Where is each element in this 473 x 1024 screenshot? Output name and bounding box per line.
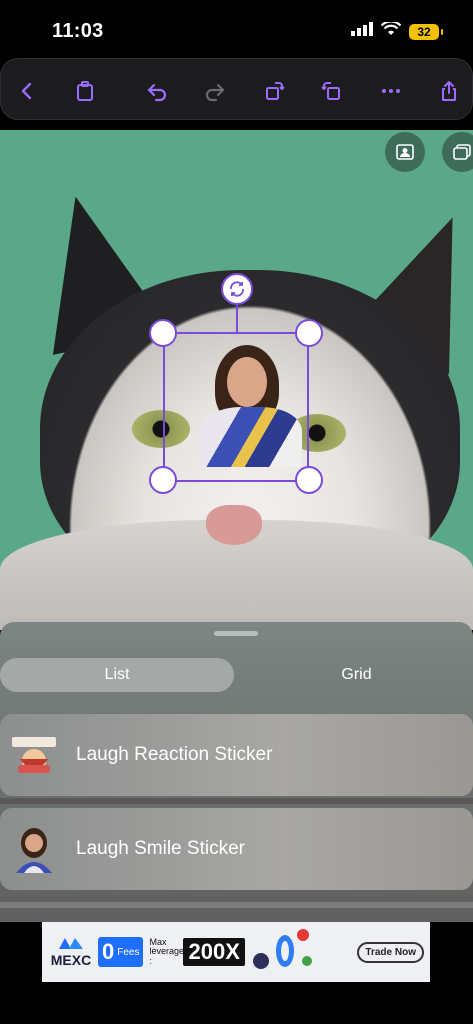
tab-list[interactable]: List: [0, 658, 234, 692]
list-divider: [0, 798, 473, 804]
sticker-thumbnail: [10, 825, 58, 873]
rotate-right-icon: [266, 82, 285, 100]
sticker-thumbnail: [10, 731, 58, 779]
list-divider: [0, 902, 473, 908]
clipboard-button[interactable]: [71, 77, 99, 105]
back-button[interactable]: [13, 77, 41, 105]
wifi-icon: [380, 20, 402, 41]
list-item[interactable]: Laugh Smile Sticker: [0, 808, 473, 890]
more-icon: [382, 89, 400, 93]
rotate-left-button[interactable]: [317, 77, 345, 105]
rotate-icon: [230, 281, 244, 297]
resize-handle-bottom-right[interactable]: [295, 466, 323, 494]
gallery-button[interactable]: [442, 132, 473, 172]
editor-toolbar: [0, 58, 473, 120]
undo-icon: [147, 83, 167, 102]
battery-indicator: 32: [409, 23, 443, 40]
clipboard-icon: [77, 81, 93, 101]
ad-cta-button[interactable]: Trade Now: [357, 941, 424, 963]
resize-handle-bottom-left[interactable]: [149, 466, 177, 494]
signal-icon: [351, 22, 373, 41]
ad-area: MEXC 0 Fees Max leverage : 200X Trade No…: [0, 922, 473, 1024]
resize-handle-top-right[interactable]: [295, 319, 323, 347]
photos-icon: [453, 144, 471, 160]
list-item-label: Laugh Reaction Sticker: [76, 744, 273, 765]
sticker-sheet: List Grid Laugh Reaction Sticker Laugh S…: [0, 622, 473, 922]
share-button[interactable]: [435, 77, 463, 105]
status-icons: 32: [351, 20, 443, 41]
sticker-selection-frame: [163, 332, 309, 482]
sheet-grabber[interactable]: [214, 631, 258, 636]
rotate-left-icon: [321, 82, 340, 100]
tab-grid[interactable]: Grid: [240, 658, 473, 692]
resize-handle-top-left[interactable]: [149, 319, 177, 347]
ad-graphic: [251, 925, 315, 980]
share-icon: [442, 81, 456, 101]
portrait-icon: [396, 144, 414, 160]
more-button[interactable]: [377, 77, 405, 105]
rotate-handle[interactable]: [221, 273, 253, 305]
ad-leverage-label: Max leverage :: [149, 936, 185, 966]
ad-leverage-value: 200X: [183, 938, 245, 966]
ad-brand: MEXC: [48, 936, 94, 969]
rotate-handle-stem: [236, 305, 238, 333]
rotate-right-button[interactable]: [261, 77, 289, 105]
list-item-label: Laugh Smile Sticker: [76, 838, 245, 859]
mexc-logo-icon: [59, 937, 83, 949]
list-item[interactable]: Laugh Reaction Sticker: [0, 714, 473, 796]
status-bar: 11:03 32: [0, 0, 473, 58]
ad-banner[interactable]: MEXC 0 Fees Max leverage : 200X Trade No…: [42, 922, 430, 982]
ad-fees: 0 Fees: [98, 937, 144, 967]
undo-button[interactable]: [143, 77, 171, 105]
sticker-image[interactable]: [195, 345, 307, 467]
redo-icon: [205, 83, 225, 102]
view-toggle: List Grid: [0, 658, 473, 694]
redo-button[interactable]: [201, 77, 229, 105]
portrait-mode-button[interactable]: [385, 132, 425, 172]
status-time: 11:03: [52, 20, 104, 42]
photo-canvas[interactable]: [0, 130, 473, 630]
chevron-left-icon: [21, 82, 32, 100]
